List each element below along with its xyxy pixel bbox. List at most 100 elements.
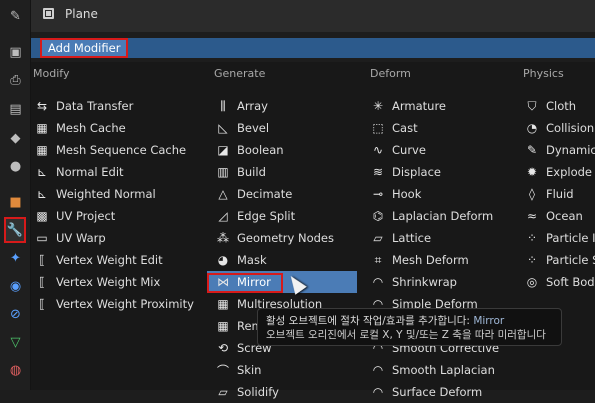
menu-item-displace[interactable]: ≋ Displace	[371, 161, 441, 183]
menu-item-label: Decimate	[237, 187, 293, 201]
menu-item-label: Vertex Weight Edit	[56, 253, 163, 267]
menu-item-data-transfer[interactable]: ⇆ Data Transfer	[35, 95, 133, 117]
menu-item-weighted-normal[interactable]: ⊾ Weighted Normal	[35, 183, 156, 205]
menu-item-label: Hook	[392, 187, 422, 201]
world-icon[interactable]: ●	[7, 158, 24, 175]
remesh-icon: ▦	[217, 319, 229, 333]
material-icon[interactable]: ◍	[7, 362, 24, 379]
menu-item-label: Geometry Nodes	[237, 231, 335, 245]
menu-item-cloth[interactable]: ⛉ Cloth	[525, 95, 576, 117]
menu-item-label: UV Project	[56, 209, 116, 223]
menu-item-vertex-weight-edit[interactable]: ⟦ Vertex Weight Edit	[35, 249, 163, 271]
menu-item-skin[interactable]: ⌒ Skin	[216, 359, 261, 381]
output-icon[interactable]: ⎙	[7, 72, 24, 89]
menu-item-label: Particle S	[546, 253, 595, 267]
mesh-deform-icon: ⌗	[374, 252, 382, 267]
soft-body-icon: ◎	[526, 275, 538, 289]
menu-item-mesh-deform[interactable]: ⌗ Mesh Deform	[371, 249, 469, 271]
tooltip-detail: 오브젝트 오리진에서 로컬 X, Y 및/또는 Z 축을 따라 미러합니다	[266, 329, 546, 341]
menu-item-explode[interactable]: ✹ Explode	[525, 161, 592, 183]
bevel-icon: ◺	[218, 121, 228, 135]
tooltip-description: 활성 오브젝트에 절차 작업/효과를 추가합니다:	[266, 315, 470, 327]
menu-item-boolean[interactable]: ◪ Boolean	[216, 139, 284, 161]
edge-split-icon: ◿	[218, 209, 228, 223]
modifier-wrench-icon[interactable]: 🔧	[4, 217, 26, 243]
menu-item-edge-split[interactable]: ◿ Edge Split	[216, 205, 295, 227]
menu-item-array[interactable]: ⫼ Array	[216, 95, 268, 117]
menu-item-label: Cloth	[546, 99, 577, 113]
tooltip: 활성 오브젝트에 절차 작업/효과를 추가합니다: Mirror 오브젝트 오리…	[257, 308, 562, 346]
menu-item-armature[interactable]: ✳ Armature	[371, 95, 446, 117]
menu-item-label: Boolean	[237, 143, 284, 157]
boolean-icon: ◪	[217, 143, 229, 157]
menu-item-label: Fluid	[546, 187, 574, 201]
menu-item-label: Data Transfer	[56, 99, 134, 113]
particle-system-icon: ⁘	[526, 253, 538, 267]
menu-item-smooth-laplacian[interactable]: ◠ Smooth Laplacian	[371, 359, 495, 381]
menu-item-build[interactable]: ▥ Build	[216, 161, 266, 183]
menu-item-vertex-weight-mix[interactable]: ⟦ Vertex Weight Mix	[35, 271, 160, 293]
menu-item-label: Ocean	[546, 209, 583, 223]
menu-item-label: Dynamic	[546, 143, 595, 157]
menu-item-lattice[interactable]: ▱ Lattice	[371, 227, 431, 249]
menu-item-surface-deform[interactable]: ◠ Surface Deform	[371, 381, 482, 403]
lattice-icon: ▱	[373, 231, 383, 245]
menu-item-hook[interactable]: ⊸ Hook	[371, 183, 421, 205]
armature-icon: ✳	[372, 99, 384, 113]
uv-project-icon: ▩	[36, 209, 48, 223]
solidify-icon: ▱	[218, 385, 228, 399]
menu-item-normal-edit[interactable]: ⊾ Normal Edit	[35, 161, 124, 183]
menu-item-particle-in[interactable]: ⁘ Particle In	[525, 227, 595, 249]
menu-item-soft-body[interactable]: ◎ Soft Body	[525, 271, 595, 293]
menu-item-laplacian-deform[interactable]: ⌬ Laplacian Deform	[371, 205, 494, 227]
physics-icon[interactable]: ◉	[7, 278, 24, 295]
add-modifier-button[interactable]: Add Modifier	[40, 38, 128, 58]
menu-item-label: Collision	[546, 121, 595, 135]
column-header-generate: Generate	[214, 67, 266, 80]
menu-item-label: Array	[237, 99, 268, 113]
menu-item-bevel[interactable]: ◺ Bevel	[216, 117, 269, 139]
object-icon[interactable]: ■	[7, 194, 24, 211]
menu-item-particle-s[interactable]: ⁘ Particle S	[525, 249, 595, 271]
menu-item-label: Curve	[392, 143, 426, 157]
mesh-cache-icon: ▦	[36, 121, 48, 135]
menu-item-label: UV Warp	[56, 231, 106, 245]
data-transfer-icon: ⇆	[36, 99, 48, 113]
menu-item-label: Weighted Normal	[56, 187, 156, 201]
data-icon[interactable]: ▽	[7, 334, 24, 351]
render-icon[interactable]: ▣	[7, 44, 24, 61]
constraints-icon[interactable]: ⊘	[7, 306, 24, 323]
menu-item-cast[interactable]: ⬚ Cast	[371, 117, 417, 139]
menu-item-uv-project[interactable]: ▩ UV Project	[35, 205, 115, 227]
explode-icon: ✹	[526, 165, 538, 179]
menu-item-vertex-weight-proximity[interactable]: ⟦ Vertex Weight Proximity	[35, 293, 194, 315]
menu-item-mask[interactable]: ◕ Mask	[216, 249, 267, 271]
menu-item-fluid[interactable]: ◊ Fluid	[525, 183, 574, 205]
menu-item-label: Normal Edit	[56, 165, 124, 179]
menu-item-dynamic[interactable]: ✎ Dynamic	[525, 139, 595, 161]
view-layer-icon[interactable]: ▤	[7, 101, 24, 118]
menu-item-curve[interactable]: ∿ Curve	[371, 139, 426, 161]
menu-item-label: Surface Deform	[392, 385, 483, 399]
mirror-highlight-box	[207, 273, 283, 293]
menu-item-label: Solidify	[237, 385, 279, 399]
menu-item-collision[interactable]: ◔ Collision	[525, 117, 594, 139]
menu-item-mesh-cache[interactable]: ▦ Mesh Cache	[35, 117, 125, 139]
menu-item-shrinkwrap[interactable]: ◠ Shrinkwrap	[371, 271, 457, 293]
build-icon: ▥	[217, 165, 229, 179]
menu-item-mesh-sequence-cache[interactable]: ▦ Mesh Sequence Cache	[35, 139, 186, 161]
multiresolution-icon: ▦	[217, 297, 229, 311]
menu-item-solidify[interactable]: ▱ Solidify	[216, 381, 279, 403]
vertex-weight-edit-icon: ⟦	[39, 253, 45, 267]
menu-item-label: Displace	[392, 165, 441, 179]
mesh-sequence-cache-icon: ▦	[36, 143, 48, 157]
tool-icon[interactable]: ✎	[7, 8, 24, 25]
menu-item-label: Particle In	[546, 231, 595, 245]
curve-icon: ∿	[372, 143, 384, 157]
menu-item-uv-warp[interactable]: ▭ UV Warp	[35, 227, 106, 249]
menu-item-ocean[interactable]: ≈ Ocean	[525, 205, 583, 227]
particles-icon[interactable]: ✦	[7, 250, 24, 267]
scene-icon[interactable]: ◆	[7, 130, 24, 147]
menu-item-geometry-nodes[interactable]: ⁂ Geometry Nodes	[216, 227, 334, 249]
menu-item-decimate[interactable]: △ Decimate	[216, 183, 292, 205]
